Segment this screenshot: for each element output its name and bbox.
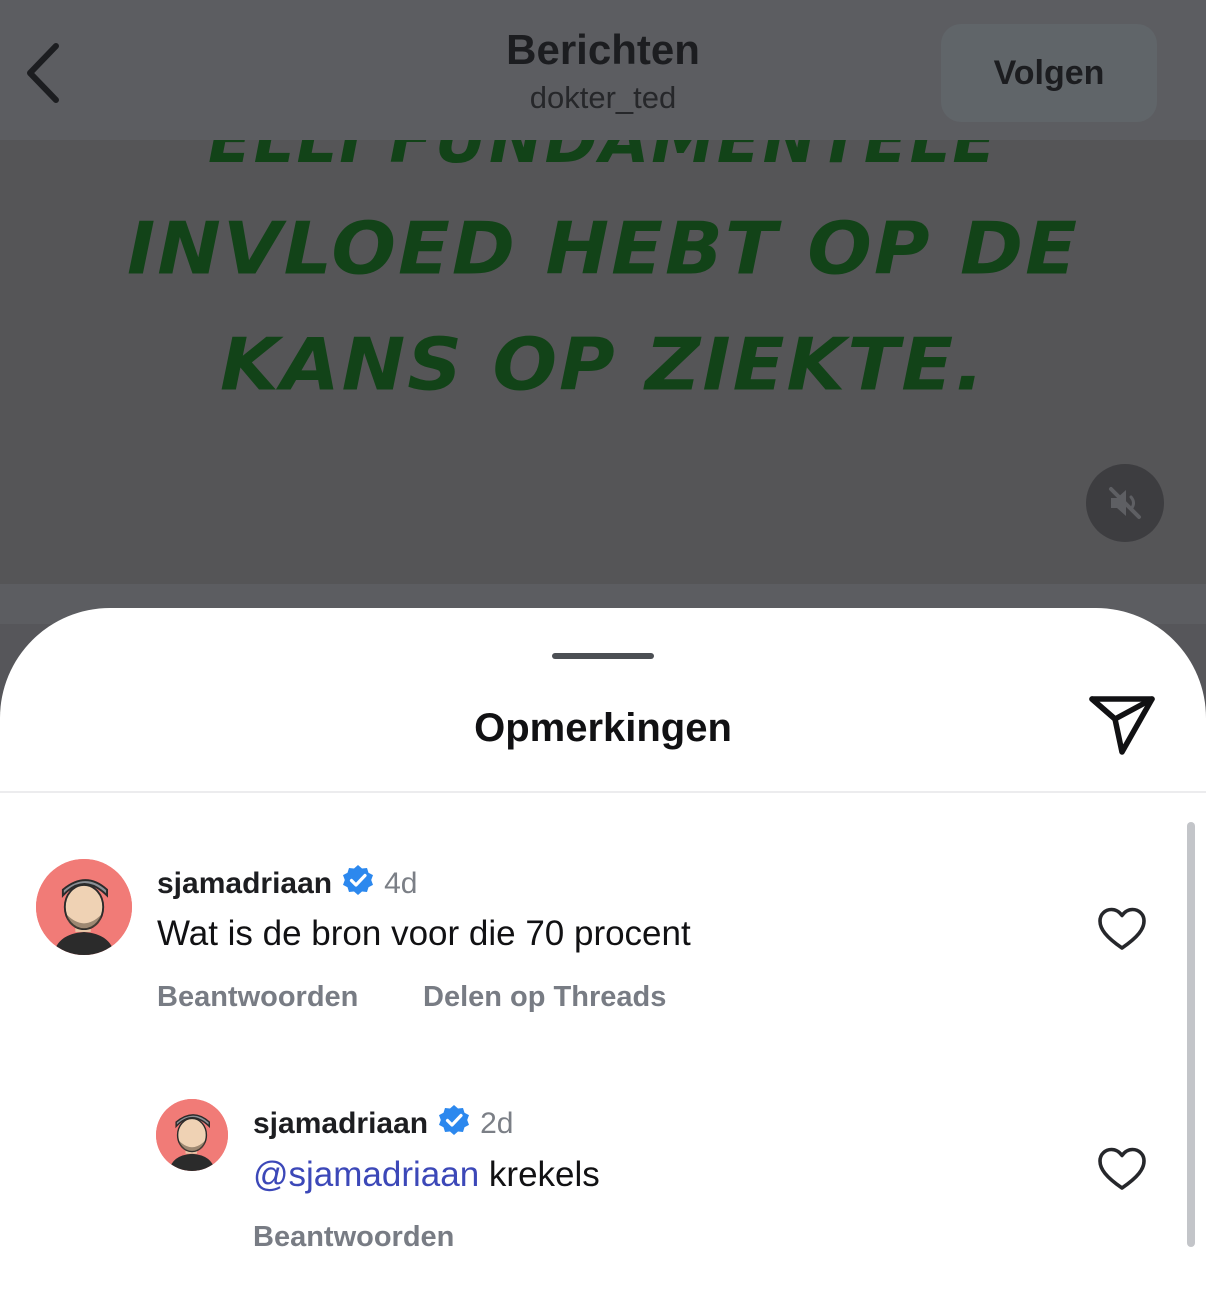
reply-button[interactable]: Beantwoorden: [157, 981, 358, 1014]
comment-username[interactable]: sjamadriaan: [157, 867, 332, 901]
share-to-threads-button[interactable]: Delen op Threads: [423, 981, 666, 1014]
comment-text-body: krekels: [488, 1155, 600, 1194]
avatar-image: [36, 859, 132, 955]
sheet-drag-handle[interactable]: [552, 653, 654, 659]
heart-outline-icon: [1098, 1147, 1146, 1190]
speaker-muted-icon: [1109, 487, 1141, 519]
comments-title: Opmerkingen: [474, 706, 732, 750]
avatar[interactable]: [156, 1099, 228, 1171]
user-mention-link[interactable]: @sjamadriaan: [253, 1155, 479, 1194]
comment-username[interactable]: sjamadriaan: [253, 1107, 428, 1141]
comment-time: 2d: [480, 1107, 514, 1140]
video-caption-line: INVLOED HEBT OP DE: [126, 206, 1079, 291]
paper-plane-icon: [1089, 696, 1155, 755]
comment-meta: sjamadriaan 4d: [157, 864, 417, 904]
comment-text: @sjamadriaan krekels: [253, 1155, 600, 1195]
avatar[interactable]: [36, 859, 132, 955]
comment-time: 4d: [384, 867, 418, 900]
heart-outline-icon: [1098, 907, 1146, 950]
comments-sheet: Opmerkingen sjamadriaan 4d Wat is de bro…: [0, 608, 1206, 1303]
scrollbar[interactable]: [1187, 822, 1195, 1247]
mute-button[interactable]: [1086, 464, 1164, 542]
like-button[interactable]: [1096, 906, 1148, 952]
divider: [0, 791, 1206, 793]
verified-badge-icon: [342, 864, 374, 904]
video-caption-line: ELLI FUNDAMENTELE: [207, 140, 999, 178]
share-button[interactable]: [1086, 692, 1158, 758]
follow-button[interactable]: Volgen: [941, 24, 1157, 122]
comment-text: Wat is de bron voor die 70 procent: [157, 914, 691, 953]
reply-button[interactable]: Beantwoorden: [253, 1221, 454, 1254]
avatar-image: [156, 1099, 228, 1171]
comment-meta: sjamadriaan 2d: [253, 1104, 513, 1144]
verified-badge-icon: [438, 1104, 470, 1144]
top-navigation-bar: Berichten dokter_ted Volgen: [0, 0, 1206, 140]
video-caption-line: KANS OP ZIEKTE.: [219, 322, 987, 407]
video-player[interactable]: ELLI FUNDAMENTELE INVLOED HEBT OP DE KAN…: [0, 140, 1206, 584]
like-button[interactable]: [1096, 1146, 1148, 1192]
